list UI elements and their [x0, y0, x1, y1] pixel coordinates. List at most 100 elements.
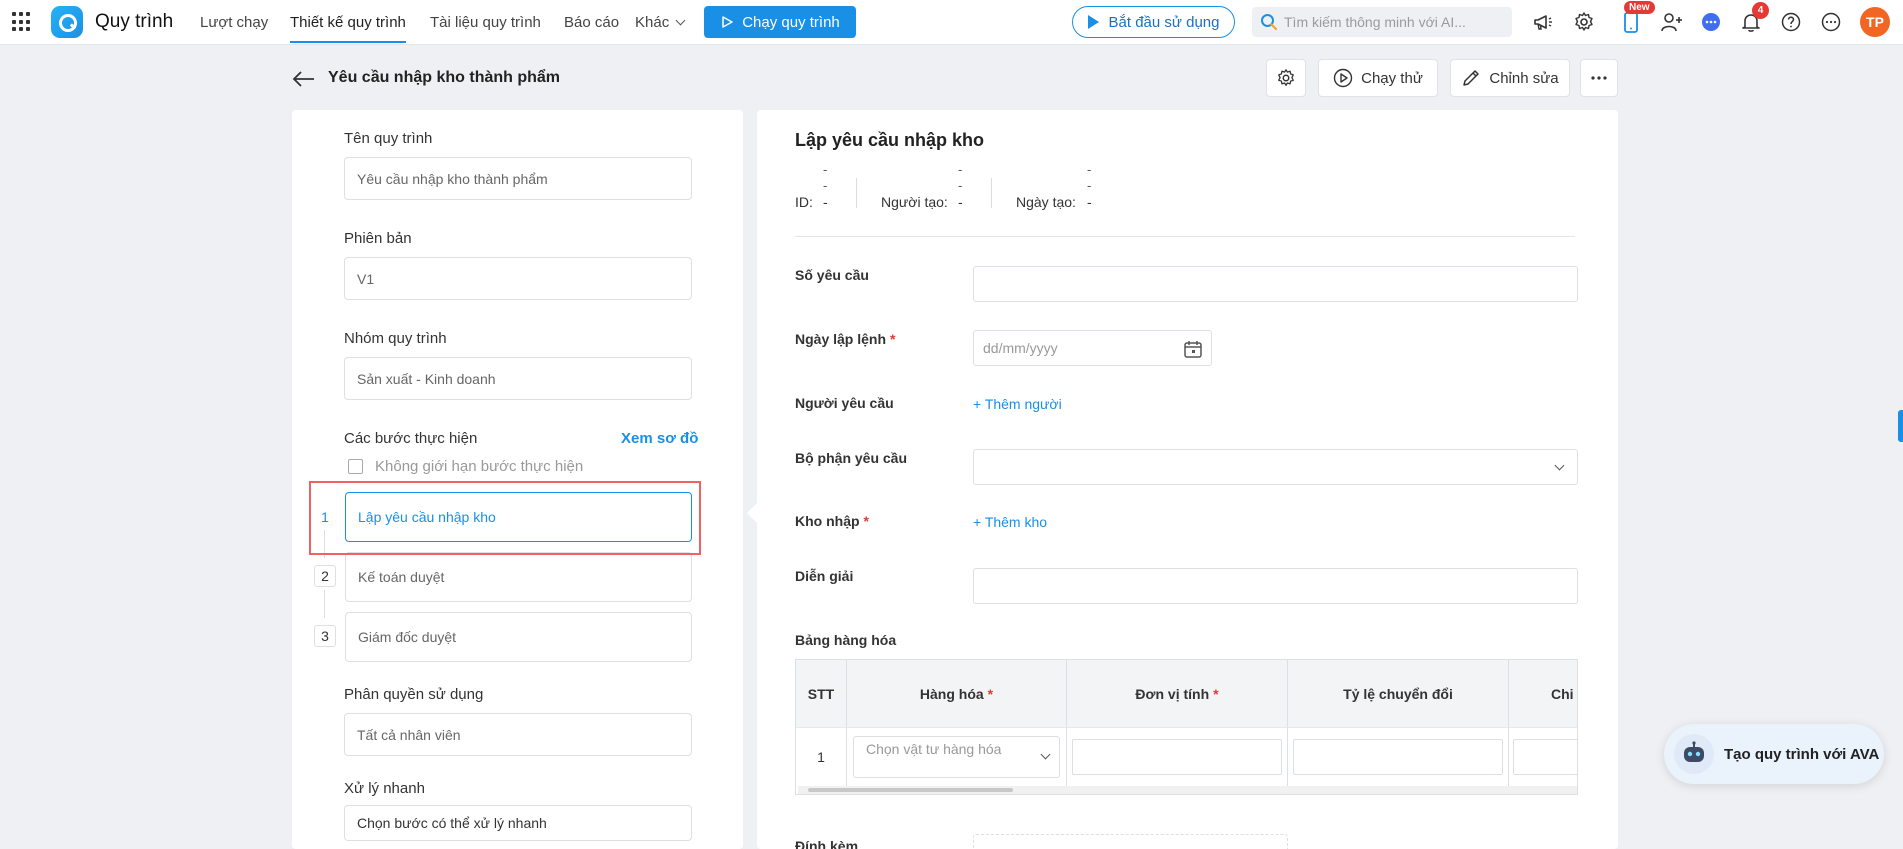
edit-label: Chỉnh sửa	[1489, 69, 1559, 87]
run-process-label: Chạy quy trình	[742, 13, 840, 31]
plus-icon: +	[973, 514, 985, 530]
ai-search-icon	[1261, 14, 1278, 31]
quick-process-field[interactable]: Chọn bước có thể xử lý nhanh	[344, 805, 692, 841]
row-number: 1	[796, 727, 847, 786]
nav-process-docs[interactable]: Tài liệu quy trình	[430, 14, 541, 31]
quick-process-label: Xử lý nhanh	[344, 780, 425, 797]
edit-button[interactable]: Chỉnh sửa	[1450, 59, 1570, 97]
required-mark: *	[890, 331, 896, 347]
date-placeholder: dd/mm/yyyy	[983, 340, 1058, 356]
unit-input[interactable]	[1072, 739, 1282, 775]
more-options-icon[interactable]	[1819, 10, 1843, 34]
gear-icon	[1278, 69, 1294, 86]
notification-count-badge: 4	[1752, 2, 1769, 19]
user-avatar[interactable]: TP	[1860, 7, 1890, 37]
unit-cell	[1067, 727, 1288, 786]
column-header-goods: Hàng hóa *	[847, 660, 1067, 727]
process-group-field[interactable]: Sản xuất - Kinh doanh	[344, 357, 692, 400]
megaphone-icon[interactable]	[1531, 10, 1555, 34]
created-date-label: Ngày tạo:	[1016, 194, 1076, 210]
gear-icon[interactable]	[1572, 10, 1596, 34]
nav-more-label: Khác	[635, 14, 670, 31]
step-item-director-approval[interactable]: Giám đốc duyệt	[345, 612, 692, 662]
step-item-accountant-approval[interactable]: Kế toán duyệt	[345, 552, 692, 602]
department-select[interactable]	[973, 449, 1578, 485]
step-number: 2	[314, 565, 336, 587]
requester-label: Người yêu cầu	[795, 395, 894, 411]
calendar-icon[interactable]	[1183, 339, 1203, 359]
goods-header-text: Hàng hóa	[919, 685, 984, 702]
add-warehouse-label: Thêm kho	[984, 514, 1048, 530]
app-logo[interactable]	[51, 6, 83, 38]
process-name-field[interactable]: Yêu cầu nhập kho thành phẩm	[344, 157, 692, 200]
ava-create-process-button[interactable]: Tạo quy trình với AVA	[1664, 724, 1884, 784]
chevron-down-icon	[675, 15, 686, 26]
more-cell	[1509, 727, 1577, 786]
description-label: Diễn giải	[795, 568, 854, 584]
side-drawer-tab[interactable]	[1898, 410, 1903, 442]
nav-reports[interactable]: Báo cáo	[564, 14, 619, 31]
goods-select-placeholder: Chọn vật tư hàng hóa	[866, 741, 1002, 757]
get-started-button[interactable]: Bắt đầu sử dụng	[1072, 6, 1235, 38]
process-group-label: Nhóm quy trình	[344, 330, 447, 347]
top-navigation-bar: Quy trình Lượt chạy Thiết kế quy trình T…	[0, 0, 1903, 45]
column-header-more: Chi	[1509, 660, 1577, 727]
creator-label: Người tạo:	[881, 194, 948, 210]
play-circle-icon	[722, 16, 733, 28]
form-title: Lập yêu cầu nhập kho	[795, 130, 985, 150]
nav-process-design[interactable]: Thiết kế quy trình	[290, 14, 406, 43]
scrollbar-thumb[interactable]	[808, 788, 1013, 792]
id-value: -	[823, 194, 828, 210]
more-actions-button[interactable]	[1580, 59, 1618, 97]
app-name: Quy trình	[95, 11, 174, 32]
required-mark: *	[1213, 685, 1219, 702]
creator-value: -	[958, 194, 963, 210]
attachment-label: Đính kèm	[795, 838, 859, 849]
view-diagram-link[interactable]: Xem sơ đồ	[621, 430, 698, 447]
ellipsis-icon	[1591, 76, 1607, 80]
permission-field[interactable]: Tất cả nhân viên	[344, 713, 692, 756]
goods-table: STT Hàng hóa * Đơn vị tính * Tỷ lệ chuyển …	[795, 659, 1578, 795]
add-person-label: Thêm người	[984, 396, 1062, 412]
order-date-label-text: Ngày lập lệnh	[795, 331, 887, 347]
order-date-input[interactable]: dd/mm/yyyy	[973, 330, 1212, 366]
ratio-input[interactable]	[1293, 739, 1503, 775]
table-horizontal-scrollbar[interactable]	[798, 786, 1577, 794]
nav-runs[interactable]: Lượt chạy	[200, 14, 268, 31]
nav-more[interactable]: Khác	[635, 14, 686, 31]
meta-divider	[856, 178, 857, 208]
request-number-input[interactable]	[973, 266, 1578, 302]
back-arrow-icon[interactable]	[292, 68, 316, 94]
required-mark: *	[987, 685, 994, 702]
steps-label: Các bước thực hiện	[344, 430, 478, 447]
settings-button[interactable]	[1266, 59, 1306, 97]
divider	[795, 236, 1575, 237]
description-input[interactable]	[973, 568, 1578, 604]
unlimited-steps-option[interactable]: Không giới hạn bước thực hiện	[348, 458, 583, 475]
warehouse-label: Kho nhập *	[795, 513, 869, 529]
id-dash: -	[823, 162, 828, 177]
goods-select[interactable]: Chọn vật tư hàng hóa	[853, 736, 1060, 778]
created-dash: -	[1087, 162, 1092, 177]
more-input[interactable]	[1513, 739, 1577, 775]
version-field[interactable]: V1	[344, 257, 692, 300]
column-header-stt: STT	[796, 660, 847, 727]
app-grid-icon[interactable]	[12, 12, 32, 32]
test-run-button[interactable]: Chạy thử	[1318, 59, 1438, 97]
add-person-link[interactable]: + Thêm người	[973, 396, 1062, 412]
goods-cell: Chọn vật tư hàng hóa	[847, 727, 1067, 786]
help-icon[interactable]	[1779, 10, 1803, 34]
chevron-down-icon	[1040, 749, 1051, 760]
warehouse-label-text: Kho nhập	[795, 513, 860, 529]
attachment-dropzone[interactable]	[973, 834, 1288, 849]
smart-search-input[interactable]	[1284, 14, 1504, 30]
id-label: ID:	[795, 194, 813, 210]
selected-step-highlight	[309, 481, 701, 555]
unlimited-steps-checkbox[interactable]	[348, 459, 363, 474]
pencil-icon	[1463, 70, 1480, 86]
chat-icon[interactable]	[1699, 10, 1723, 34]
add-warehouse-link[interactable]: + Thêm kho	[973, 514, 1047, 530]
smart-search[interactable]	[1252, 7, 1512, 37]
run-process-button[interactable]: Chạy quy trình	[704, 6, 856, 38]
add-user-icon[interactable]	[1660, 10, 1684, 34]
